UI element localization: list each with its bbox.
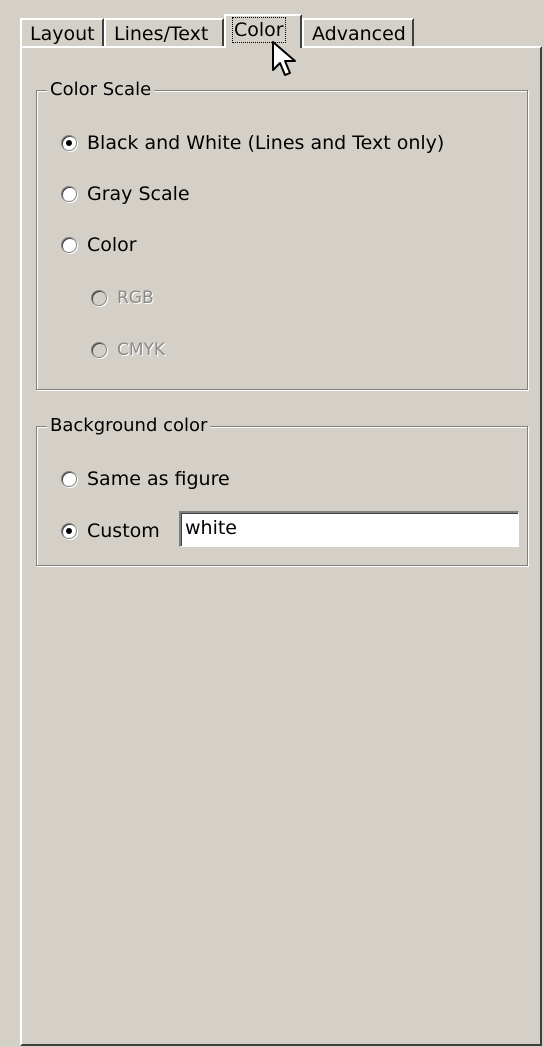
custom-background-color-input[interactable]: white <box>179 511 519 547</box>
radio-same-as-figure[interactable]: Same as figure <box>61 465 230 493</box>
radio-selected-dot <box>66 528 72 534</box>
cmyk-radio-button <box>91 342 107 358</box>
tab-advanced-label: Advanced <box>312 23 406 45</box>
gray-scale-radio-button[interactable] <box>61 186 77 202</box>
tab-layout-label: Layout <box>30 23 95 45</box>
color-label: Color <box>87 234 137 256</box>
background-color-group: Background color Same as figure Custom w… <box>36 414 528 566</box>
same-as-figure-radio-button[interactable] <box>61 471 77 487</box>
color-tab-panel: Color Scale Black and White (Lines and T… <box>20 46 542 1046</box>
color-radio-button[interactable] <box>61 237 77 253</box>
radio-selected-dot <box>66 140 72 146</box>
black-and-white-radio-button[interactable] <box>61 135 77 151</box>
cmyk-label: CMYK <box>117 340 166 360</box>
custom-label: Custom <box>87 520 160 542</box>
radio-cmyk: CMYK <box>91 336 165 364</box>
rgb-label: RGB <box>117 288 154 308</box>
print-preview-color-dialog: Layout Lines/Text Color Advanced Color S… <box>0 0 544 1047</box>
radio-black-and-white[interactable]: Black and White (Lines and Text only) <box>61 129 444 157</box>
radio-custom[interactable]: Custom <box>61 517 160 545</box>
black-and-white-label: Black and White (Lines and Text only) <box>87 132 445 154</box>
tab-layout[interactable]: Layout <box>20 18 104 46</box>
radio-rgb: RGB <box>91 284 154 312</box>
radio-color[interactable]: Color <box>61 231 137 259</box>
color-scale-group: Color Scale Black and White (Lines and T… <box>36 78 528 390</box>
tab-advanced[interactable]: Advanced <box>302 18 414 46</box>
radio-gray-scale[interactable]: Gray Scale <box>61 180 190 208</box>
mouse-pointer-icon <box>272 41 296 76</box>
rgb-radio-button <box>91 290 107 306</box>
tab-lines-text-label: Lines/Text <box>114 23 209 45</box>
color-scale-title: Color Scale <box>47 78 155 102</box>
same-as-figure-label: Same as figure <box>87 468 230 490</box>
tab-color-label: Color <box>232 17 286 43</box>
custom-radio-button[interactable] <box>61 523 77 539</box>
tab-lines-text[interactable]: Lines/Text <box>104 18 224 46</box>
gray-scale-label: Gray Scale <box>87 183 190 205</box>
background-color-title: Background color <box>47 414 211 438</box>
